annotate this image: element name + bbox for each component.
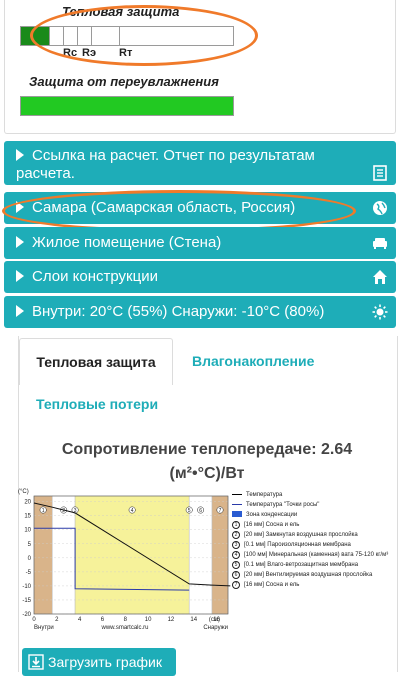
legend-layer-7: 7 [16 мм] Сосна и ель <box>232 580 388 590</box>
y-tick-label: 5 <box>28 542 32 548</box>
accordion-room-label: Жилое помещение (Стена) <box>32 234 222 251</box>
x-tick-label: 8 <box>124 617 128 623</box>
legend-layer-1: 1 [16 мм] Сосна и ель <box>232 520 388 530</box>
y-tick-label: 15 <box>24 514 31 520</box>
sun-icon <box>372 304 388 320</box>
x-tick-label: 14 <box>190 617 197 623</box>
layer-number: 2 <box>62 508 65 514</box>
legend-condensation: Зона конденсации <box>232 510 388 520</box>
layer-number: 4 <box>131 508 134 514</box>
legend-layer-3: 3 [0.1 мм] Пароизоляционная мембрана <box>232 540 388 550</box>
result-line-2: (м²•°С)/Вт <box>169 465 245 482</box>
y-tick-label: -10 <box>22 584 31 590</box>
legend-dew-point: Температура "Точки росы" <box>232 500 388 510</box>
report-icon <box>373 165 387 181</box>
x-tick-label: 4 <box>78 617 82 623</box>
y-tick-label: 0 <box>28 556 32 562</box>
layer-number: 6 <box>199 508 202 514</box>
legend-layer-5: 5 [0.1 мм] Влаго-ветрозащитная мембрана <box>232 560 388 570</box>
legend-temperature: Температура <box>232 490 388 500</box>
tab-heat-losses[interactable]: Тепловые потери <box>36 396 158 412</box>
legend-layer-2: 2 [20 мм] Замкнутая воздушная прослойка <box>232 530 388 540</box>
accordion-report-label: Ссылка на расчет. Отчет по результатам р… <box>16 147 315 182</box>
moisture-protection-label: Защита от переувлажнения <box>29 74 219 89</box>
accordion-climate-label: Внутри: 20°C (55%) Снаружи: -10°C (80%) <box>32 303 325 320</box>
legend-layer-4: 4 [100 мм] Минеральная (каменная) вата 75… <box>232 550 388 560</box>
home-icon <box>373 270 387 284</box>
accordion-climate[interactable]: Внутри: 20°C (55%) Снаружи: -10°C (80%) <box>4 296 396 328</box>
chart-legend: Температура Температура "Точки росы" Зон… <box>232 490 388 590</box>
download-icon <box>28 654 44 670</box>
x-tick-label: 12 <box>168 617 175 623</box>
result-line-1: Сопротивление теплопередаче: 2.64 <box>61 441 353 458</box>
temperature-chart: (°C) 20151050-5-10-15-200 2 4 6 8 10 12 14 161 2 3… <box>18 489 231 631</box>
layer-number: 5 <box>188 508 191 514</box>
chevron-right-icon <box>16 305 24 317</box>
accordion-room-type[interactable]: Жилое помещение (Стена) <box>4 227 396 259</box>
accordion-layers-label: Слои конструкции <box>32 268 158 285</box>
x-tick-label: 6 <box>101 617 105 623</box>
download-chart-label: Загрузить график <box>48 654 162 670</box>
site-label: www.smartcalc.ru <box>100 625 148 631</box>
inside-label: Внутри <box>34 625 54 631</box>
y-tick-label: 10 <box>24 528 31 534</box>
outside-label: Снаружи <box>203 625 228 631</box>
y-unit-label: (°C) <box>18 489 29 495</box>
heat-resistance-result: Сопротивление теплопередаче: 2.64 (м²•°С… <box>18 438 396 486</box>
y-tick-label: -15 <box>22 598 31 604</box>
legend-layer-6: 6 [20 мм] Вентилируемая воздушная прослой… <box>232 570 388 580</box>
layer-number: 7 <box>219 508 222 514</box>
accordion-report-link[interactable]: Ссылка на расчет. Отчет по результатам р… <box>4 141 396 185</box>
chevron-right-icon <box>16 270 24 282</box>
tab-thermal-protection[interactable]: Тепловая защита <box>19 338 173 385</box>
y-tick-label: 20 <box>24 500 31 506</box>
x-tick-label: 0 <box>32 617 36 623</box>
tab-moisture-accumulation[interactable]: Влагонакопление <box>192 353 314 369</box>
x-tick-label: 2 <box>55 617 59 623</box>
chevron-right-icon <box>16 149 24 161</box>
y-tick-label: -20 <box>22 612 31 618</box>
highlight-ellipse-thermal <box>30 5 258 66</box>
x-tick-label: 10 <box>145 617 152 623</box>
moisture-protection-bar <box>20 96 234 116</box>
y-tick-label: -5 <box>26 570 32 576</box>
sofa-icon <box>373 238 387 249</box>
chevron-right-icon <box>16 236 24 248</box>
accordion-construction-layers[interactable]: Слои конструкции <box>4 261 396 293</box>
globe-icon <box>373 201 387 215</box>
highlight-ellipse-location <box>2 190 356 232</box>
layer-number: 1 <box>42 508 45 514</box>
x-unit-label: (см) <box>209 617 220 623</box>
moisture-bar-fill <box>21 97 233 115</box>
